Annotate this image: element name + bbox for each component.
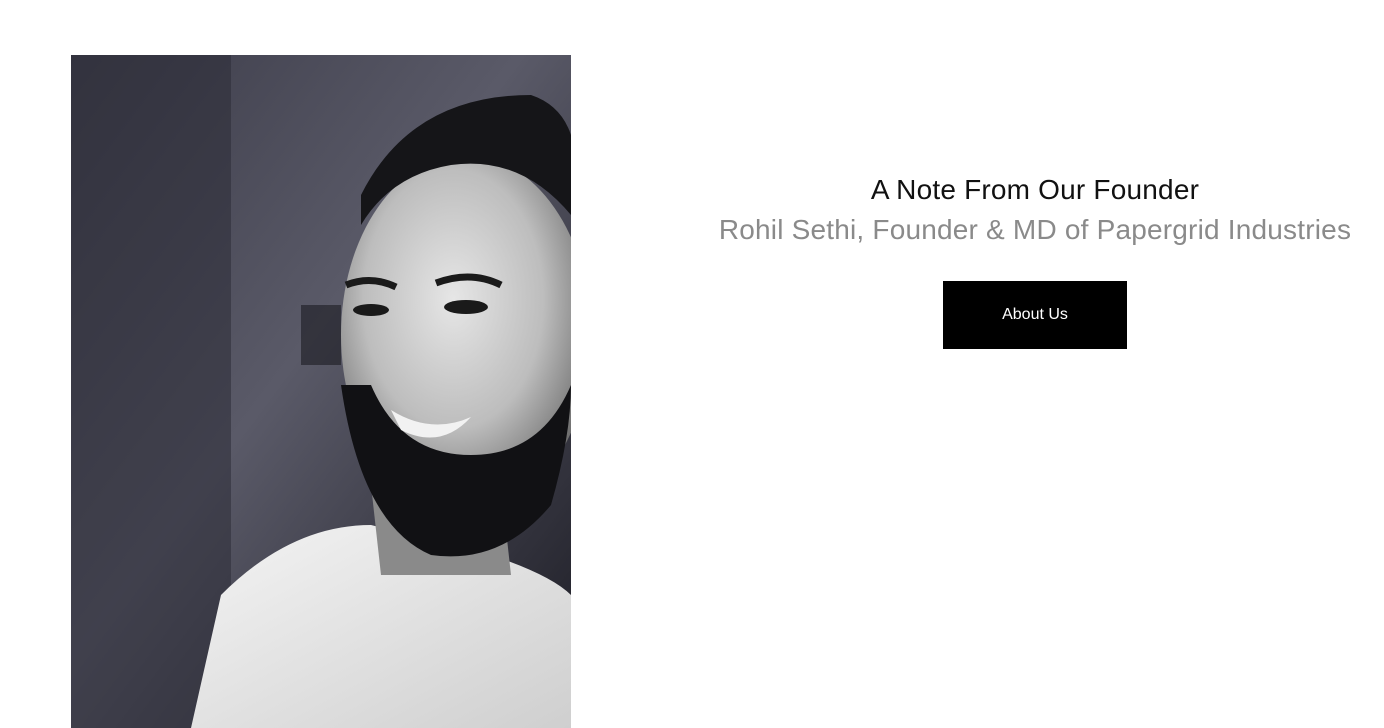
note-title: A Note From Our Founder — [870, 174, 1200, 205]
founder-note-section: A Note From Our Founder Rohil Sethi, Fou… — [686, 172, 1384, 349]
about-us-button[interactable]: About Us — [943, 281, 1127, 349]
founder-portrait-image — [71, 55, 571, 728]
note-subtitle: Rohil Sethi, Founder & MD of Papergrid I… — [718, 214, 1352, 245]
portrait-illustration — [71, 55, 571, 728]
